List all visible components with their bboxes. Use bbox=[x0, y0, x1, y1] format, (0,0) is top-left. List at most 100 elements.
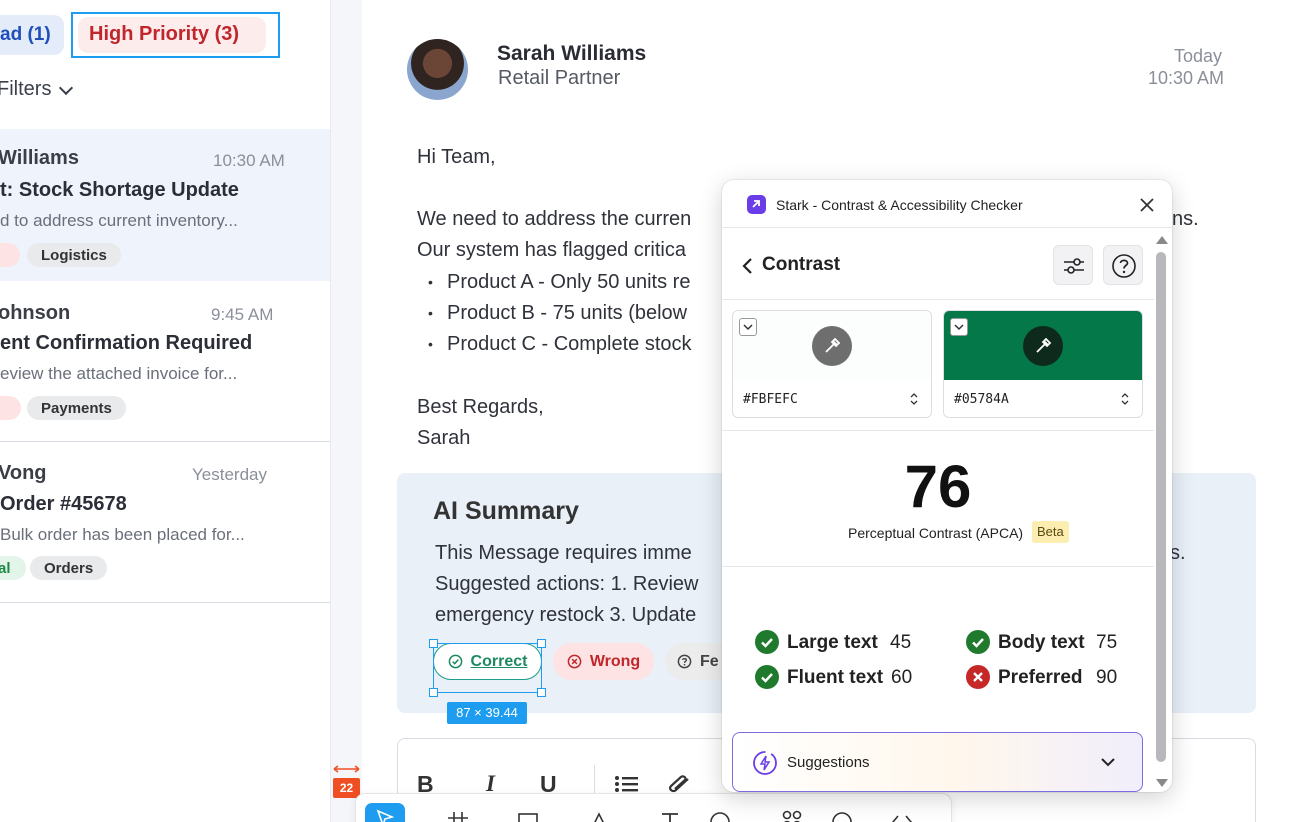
result-value: 45 bbox=[890, 632, 912, 653]
bullet-text: Product C - Complete stock bbox=[447, 333, 692, 355]
email-date: Today bbox=[1173, 46, 1222, 66]
fail-x-icon bbox=[966, 665, 990, 689]
ai-summary-line-tail: s. bbox=[1170, 542, 1186, 564]
tag-priority: al bbox=[0, 556, 26, 580]
email-line: We need to address the curren bbox=[417, 208, 692, 230]
score-label: Perceptual Contrast (APCA) bbox=[848, 525, 1024, 541]
message-time: Yesterday bbox=[192, 465, 267, 484]
wrong-label: Wrong bbox=[589, 652, 641, 670]
chevron-down-icon bbox=[954, 324, 964, 331]
x-circle-icon bbox=[567, 654, 582, 669]
background-swatch[interactable]: #05784A bbox=[943, 310, 1143, 418]
background-hex-input[interactable]: #05784A bbox=[954, 392, 1009, 407]
chevron-down-icon bbox=[59, 80, 74, 95]
foreground-swatch[interactable]: #FBFEFC bbox=[732, 310, 932, 418]
toolbar-divider bbox=[594, 765, 595, 795]
resize-handle[interactable] bbox=[537, 639, 546, 648]
plugin-scrollbar[interactable] bbox=[1156, 252, 1166, 762]
pass-check-icon bbox=[966, 630, 990, 654]
scroll-down-arrow[interactable] bbox=[1156, 779, 1168, 787]
stepper-icon[interactable] bbox=[909, 391, 919, 407]
tag-priority bbox=[0, 243, 20, 267]
stark-logo-icon bbox=[747, 195, 766, 214]
message-subject: ent Confirmation Required bbox=[0, 332, 253, 354]
result-value: 75 bbox=[1096, 632, 1118, 653]
components-icon[interactable] bbox=[780, 808, 804, 822]
message-time: 9:45 AM bbox=[211, 305, 274, 324]
divider bbox=[722, 430, 1154, 431]
suggestions-panel[interactable]: Suggestions bbox=[732, 732, 1143, 792]
beta-badge: Beta bbox=[1032, 521, 1069, 543]
foreground-hex-input[interactable]: #FBFEFC bbox=[743, 392, 798, 407]
move-tool-button[interactable] bbox=[365, 803, 405, 822]
list-item[interactable]: ohnson 9:45 AM ent Confirmation Required… bbox=[0, 282, 330, 442]
divider bbox=[722, 299, 1154, 300]
message-sender: ohnson bbox=[0, 302, 71, 324]
text-icon[interactable] bbox=[658, 810, 682, 822]
pass-check-icon bbox=[755, 630, 779, 654]
tag-priority bbox=[0, 396, 21, 420]
sliders-icon bbox=[1064, 258, 1084, 274]
bullet-text: Product B - 75 units (below bbox=[447, 302, 688, 324]
paperclip-icon[interactable] bbox=[666, 773, 694, 795]
email-line-tail: ns. bbox=[1172, 208, 1199, 230]
list-item[interactable]: Vong Yesterday Order #45678 Bulk order h… bbox=[0, 443, 330, 603]
eyedropper-icon bbox=[825, 337, 841, 353]
ai-summary-line: Suggested actions: 1. Review bbox=[435, 573, 699, 595]
email-time: 10:30 AM bbox=[1147, 68, 1224, 88]
back-arrow-icon[interactable] bbox=[740, 256, 754, 276]
eyedropper-button[interactable] bbox=[812, 326, 852, 366]
code-icon[interactable] bbox=[890, 810, 914, 822]
rectangle-icon[interactable] bbox=[516, 810, 540, 822]
bullet-text: Product A - Only 50 units re bbox=[447, 271, 691, 293]
email-greeting: Hi Team, bbox=[417, 146, 496, 168]
filters-dropdown[interactable]: Filters bbox=[0, 78, 74, 101]
plugin-icon[interactable] bbox=[830, 810, 854, 822]
close-icon[interactable] bbox=[1137, 195, 1157, 215]
tag-category: Payments bbox=[27, 396, 126, 420]
message-preview: eview the attached invoice for... bbox=[0, 364, 238, 383]
question-circle-icon bbox=[677, 654, 692, 669]
message-list-panel: ad (1) High Priority (3) Filters William… bbox=[0, 0, 331, 822]
eyedropper-button[interactable] bbox=[1023, 326, 1063, 366]
design-toolbar bbox=[355, 793, 952, 822]
ai-summary-line: emergency restock 3. Update bbox=[435, 604, 697, 626]
spacing-arrow-icon bbox=[333, 765, 360, 773]
stepper-icon[interactable] bbox=[1120, 391, 1130, 407]
filter-high-priority-pill[interactable]: High Priority (3) bbox=[78, 17, 266, 53]
list-item[interactable]: Williams 10:30 AM t: Stock Shortage Upda… bbox=[0, 129, 330, 281]
foreground-dropdown[interactable] bbox=[739, 318, 757, 336]
frame-icon[interactable] bbox=[446, 810, 470, 822]
plugin-title: Stark - Contrast & Accessibility Checker bbox=[776, 197, 1023, 213]
resize-handle[interactable] bbox=[429, 688, 438, 697]
stark-plugin-window: Stark - Contrast & Accessibility Checker… bbox=[722, 180, 1172, 792]
scroll-up-arrow[interactable] bbox=[1156, 236, 1168, 244]
resize-handle[interactable] bbox=[537, 688, 546, 697]
help-icon bbox=[1112, 254, 1136, 278]
help-button[interactable] bbox=[1103, 245, 1143, 285]
resize-handle[interactable] bbox=[429, 639, 438, 648]
list-icon[interactable] bbox=[614, 773, 640, 795]
filter-unread-pill[interactable]: ad (1) bbox=[0, 15, 64, 55]
message-subject: t: Stock Shortage Update bbox=[0, 179, 239, 201]
message-time: 10:30 AM bbox=[213, 151, 285, 170]
comment-icon[interactable] bbox=[708, 810, 732, 822]
lightning-icon bbox=[753, 751, 777, 775]
message-preview: d to address current inventory... bbox=[0, 211, 238, 230]
pen-icon[interactable] bbox=[587, 810, 611, 822]
pass-check-icon bbox=[755, 665, 779, 689]
ai-summary-title: AI Summary bbox=[433, 497, 579, 525]
background-dropdown[interactable] bbox=[950, 318, 968, 336]
chevron-down-icon bbox=[1101, 758, 1115, 767]
avatar bbox=[407, 39, 468, 100]
wrong-button[interactable]: Wrong bbox=[553, 643, 654, 680]
sender-role: Retail Partner bbox=[498, 67, 621, 89]
selection-dimensions: 87 × 39.44 bbox=[447, 702, 527, 724]
result-label: Large text bbox=[787, 632, 878, 653]
settings-button[interactable] bbox=[1053, 245, 1093, 285]
result-value: 90 bbox=[1096, 667, 1118, 688]
section-title: Contrast bbox=[762, 254, 841, 275]
selection-bounding-box bbox=[433, 643, 542, 693]
feedback-label: Fe bbox=[700, 652, 719, 670]
message-subject: Order #45678 bbox=[0, 493, 127, 515]
